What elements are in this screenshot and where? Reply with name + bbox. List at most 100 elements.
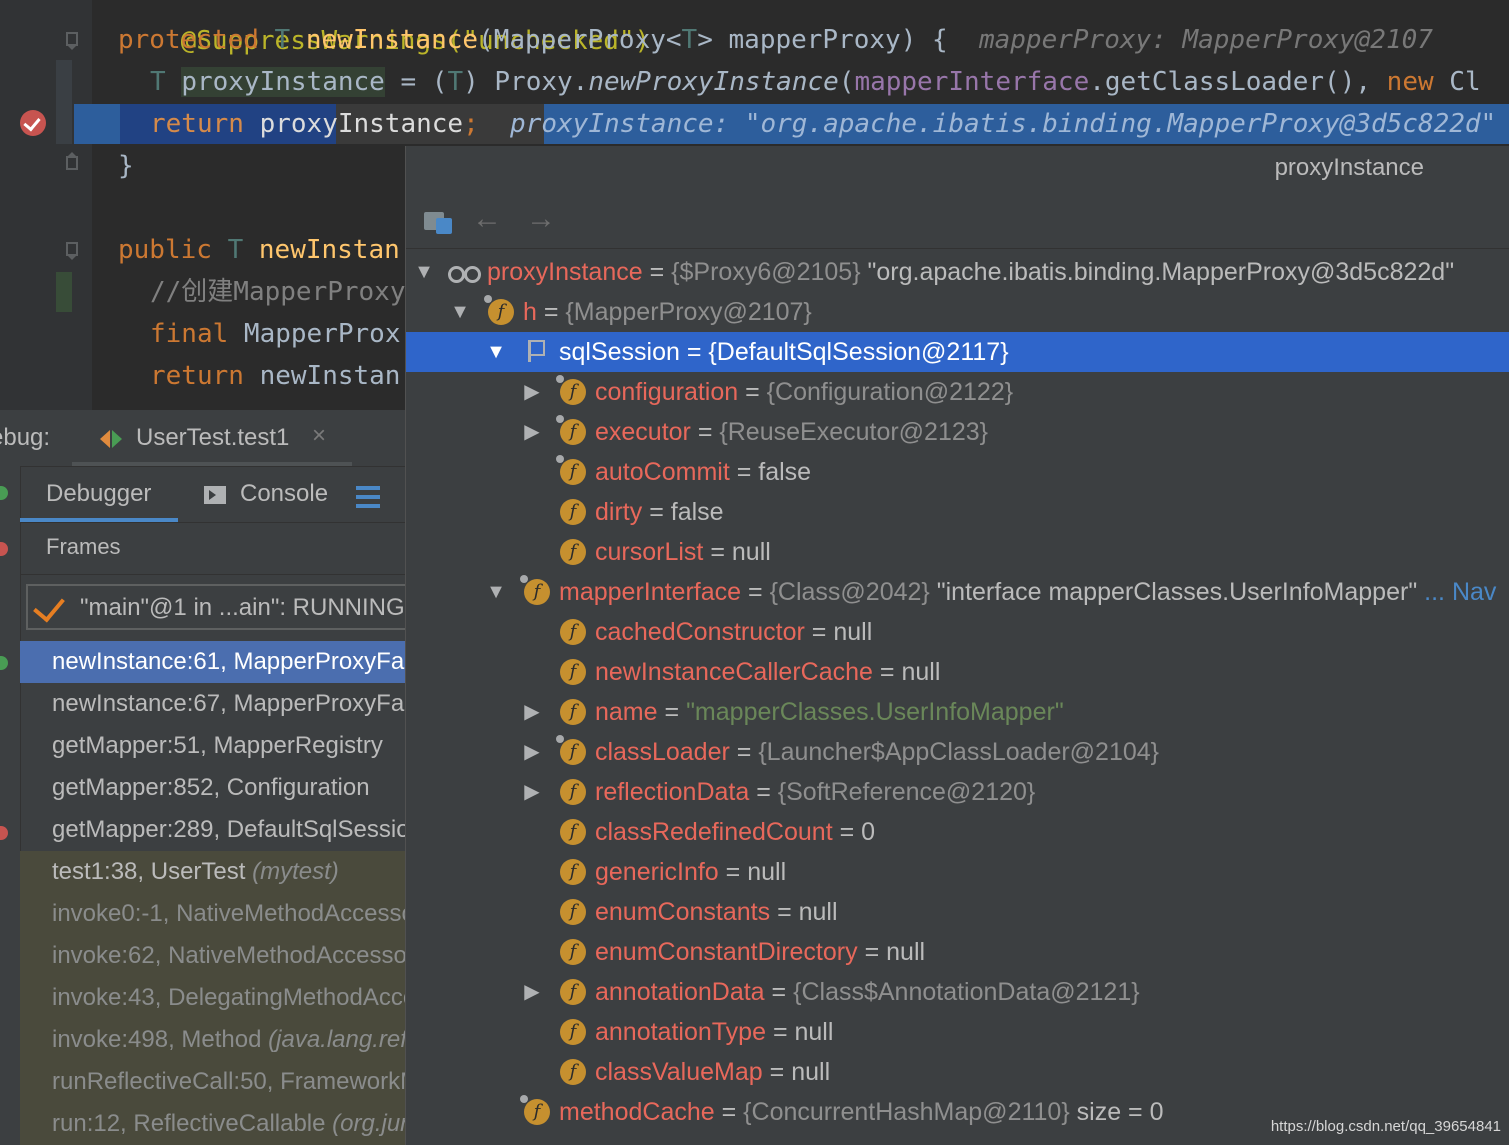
field-icon: f [560,979,586,1005]
fold-region-marker [56,60,72,144]
tree-node-reflectionData[interactable]: ▶ f reflectionData = {SoftReference@2120… [406,772,1509,812]
field-icon: f [484,295,514,325]
editor-gutter[interactable] [0,0,92,410]
watch-glasses-icon [448,260,482,283]
collapse-arrow-icon[interactable]: ▼ [486,332,506,372]
watermark: https://blog.csdn.net/qq_39654841 [1270,1118,1501,1135]
thread-running-icon [33,589,65,623]
debug-tool-window: ebug: UserTest.test1 × Debugger Console … [0,410,405,1145]
frame-item[interactable]: runReflectiveCall:50, FrameworkMethod$1 [20,1061,405,1103]
frame-item[interactable]: getMapper:51, MapperRegistry [20,725,405,767]
debug-title: ebug: [0,424,51,451]
tree-node-proxyInstance[interactable]: ▼ proxyInstance = {$Proxy6@2105} "org.ap… [406,252,1509,292]
frame-item[interactable]: invoke:498, Method (java.lang.reflect) [20,1019,405,1061]
collapse-arrow-icon[interactable]: ▼ [414,252,434,292]
vcs-change-marker [56,272,72,312]
close-icon[interactable]: × [312,422,326,450]
navigate-link[interactable]: ... Nav [1424,578,1496,606]
popup-title: proxyInstance [1274,154,1424,181]
field-icon: f [560,1059,586,1085]
variable-inspect-popup: proxyInstance ← → ▼ proxyInstance = {$Pr… [405,146,1509,1145]
frames-header: Frames [20,522,405,575]
field-icon: f [560,619,586,645]
field-icon: f [560,659,586,685]
code-line-return: return proxyInstance; proxyInstance: "or… [150,109,1497,139]
tab-debugger[interactable]: Debugger [20,466,178,522]
debug-header: ebug: UserTest.test1 × [0,410,405,467]
back-arrow-icon[interactable]: ← [472,202,502,236]
frame-item[interactable]: newInstance:61, MapperProxyFactory [20,641,405,683]
tree-node-mapperInterface[interactable]: ▼ f mapperInterface = {Class@2042} "inte… [406,572,1509,612]
field-icon: f [560,899,586,925]
rerun-icon[interactable] [0,486,8,500]
field-icon: f [520,1095,550,1125]
fold-start-icon[interactable] [64,32,80,50]
expand-arrow-icon[interactable]: ▶ [522,772,542,812]
expand-arrow-icon[interactable]: ▶ [522,692,542,732]
tree-node-dirty[interactable]: f dirty = false [406,492,1509,532]
fold-start-icon[interactable] [64,242,80,260]
field-icon: f [556,455,586,485]
field-icon: f [556,735,586,765]
breakpoint-icon[interactable] [20,110,46,136]
tree-node-enumConstantDirectory[interactable]: f enumConstantDirectory = null [406,932,1509,972]
field-icon: f [556,375,586,405]
frame-item[interactable]: invoke:43, DelegatingMethodAccessorImpl [20,977,405,1019]
tree-node-sqlSession[interactable]: ▼ sqlSession = {DefaultSqlSession@2117} [406,332,1509,372]
expand-arrow-icon[interactable]: ▶ [522,972,542,1012]
expand-arrow-icon[interactable]: ▶ [522,732,542,772]
field-icon: f [560,859,586,885]
view-breakpoints-icon[interactable] [0,826,8,840]
forward-arrow-icon[interactable]: → [526,202,556,236]
tree-node-classRedefinedCount[interactable]: f classRedefinedCount = 0 [406,812,1509,852]
tree-node-configuration[interactable]: ▶ f configuration = {Configuration@2122} [406,372,1509,412]
frame-item[interactable]: test1:38, UserTest (mytest) [20,851,405,893]
tree-node-cursorList[interactable]: f cursorList = null [406,532,1509,572]
frame-item[interactable]: getMapper:852, Configuration [20,767,405,809]
tree-node-cachedConstructor[interactable]: f cachedConstructor = null [406,612,1509,652]
expand-arrow-icon[interactable]: ▶ [522,372,542,412]
code-line-return-2: return newInstan [150,361,401,391]
code-line-method-signature-2: public T newInstan [118,235,400,265]
frame-item[interactable]: invoke0:-1, NativeMethodAccessorImpl [20,893,405,935]
tree-node-classValueMap[interactable]: f classValueMap = null [406,1052,1509,1092]
tree-node-executor[interactable]: ▶ f executor = {ReuseExecutor@2123} [406,412,1509,452]
tree-node-annotationData[interactable]: ▶ f annotationData = {Class$AnnotationDa… [406,972,1509,1012]
session-tab-label: UserTest.test1 [136,424,290,451]
thread-selector[interactable]: "main"@1 in ...ain": RUNNING [26,584,405,630]
layout-menu-icon[interactable] [356,486,380,508]
code-line-final: final MapperProx [150,319,401,349]
junit-run-icon [100,428,122,450]
field-icon: f [520,575,550,605]
frame-item[interactable]: invoke:62, NativeMethodAccessorImpl [20,935,405,977]
tree-node-h[interactable]: ▼ f h = {MapperProxy@2107} [406,292,1509,332]
popup-title-bar: proxyInstance [406,146,1509,192]
session-tab[interactable]: UserTest.test1 × [72,410,352,466]
resume-icon[interactable] [0,656,8,670]
field-icon: f [560,1019,586,1045]
code-line-close-brace: } [118,151,134,181]
collapse-arrow-icon[interactable]: ▼ [486,572,506,612]
code-line-annotation: @SuppressWarnings("unchecked") [180,26,651,56]
tree-node-annotationType[interactable]: f annotationType = null [406,1012,1509,1052]
inline-debug-value: mapperProxy: MapperProxy@2107 [978,25,1433,55]
stop-icon[interactable] [0,542,8,556]
tree-node-newInstanceCallerCache[interactable]: f newInstanceCallerCache = null [406,652,1509,692]
fold-end-icon[interactable] [64,152,80,170]
expand-arrow-icon[interactable]: ▶ [522,412,542,452]
tree-node-enumConstants[interactable]: f enumConstants = null [406,892,1509,932]
frame-item[interactable]: getMapper:289, DefaultSqlSession [20,809,405,851]
tree-node-classLoader[interactable]: ▶ f classLoader = {Launcher$AppClassLoad… [406,732,1509,772]
tree-node-genericInfo[interactable]: f genericInfo = null [406,852,1509,892]
collapse-arrow-icon[interactable]: ▼ [450,292,470,332]
tree-node-autoCommit[interactable]: f autoCommit = false [406,452,1509,492]
tree-node-name[interactable]: ▶ f name = "mapperClasses.UserInfoMapper… [406,692,1509,732]
open-in-variables-icon[interactable] [424,208,454,234]
field-icon: f [560,499,586,525]
code-line-comment: //创建MapperProxy [150,277,406,307]
field-icon: f [560,779,586,805]
tab-console[interactable]: Console [192,466,352,522]
frame-item[interactable]: run:12, ReflectiveCallable (org.junit) [20,1103,405,1145]
frame-item[interactable]: newInstance:67, MapperProxyFactory [20,683,405,725]
field-icon: f [560,539,586,565]
